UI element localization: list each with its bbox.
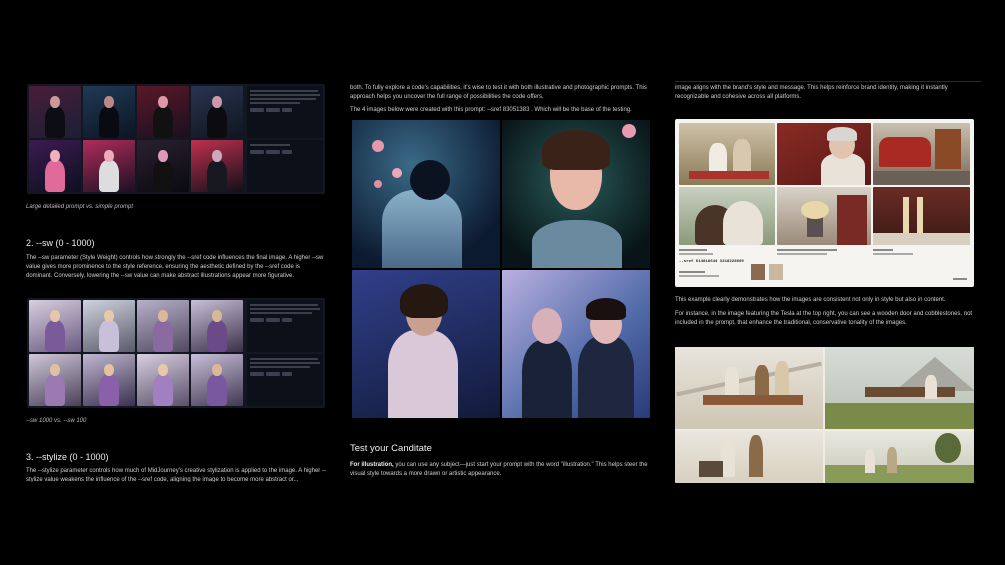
- card-note-line: [873, 253, 913, 255]
- collage-image-tesla-door: [873, 123, 970, 185]
- card-thumbnail: [769, 264, 783, 280]
- card-sref-code: --sref 514818644 3218228609: [679, 260, 744, 264]
- grid-image: [83, 140, 135, 192]
- card-note-line: [679, 249, 707, 251]
- collage-image-older-woman: [777, 123, 871, 185]
- collage-image-flowers: [777, 187, 871, 245]
- grid-image: [29, 86, 81, 138]
- column-left: Large detailed prompt vs. simple prompt …: [22, 0, 326, 565]
- grid-image: [137, 354, 189, 406]
- collage-image-picnic: [679, 123, 775, 185]
- prompt-text-block: [247, 354, 323, 406]
- caption-sw-comparison: --sw 1000 vs. --sw 100: [26, 418, 87, 424]
- column-middle: both. To fully explore a code's capabili…: [350, 0, 650, 565]
- paragraph-stylize: The --stylize parameter controls how muc…: [26, 468, 326, 482]
- heading-stylize: 3. --stylize (0 - 1000): [26, 452, 109, 462]
- heading-sw: 2. --sw (0 - 1000): [26, 238, 95, 248]
- heading-test-candidate: Test your Canditate: [350, 443, 432, 454]
- paragraph-illustration-rest: you can use any subject—just start your …: [350, 462, 648, 477]
- grid-image: [191, 140, 243, 192]
- collage-image-champagne: [873, 187, 970, 245]
- picnic-collage: [675, 347, 974, 483]
- sample-image-two-women: [502, 270, 650, 418]
- collage-image-mountain-picnic: [825, 347, 974, 429]
- card-note-line: [679, 253, 713, 255]
- paragraph-illustration-lead: For illustration,: [350, 462, 394, 468]
- grid-image: [137, 86, 189, 138]
- paragraph-images-note: The 4 images below were created with thi…: [350, 107, 632, 113]
- paragraph-intro: both. To fully explore a code's capabili…: [350, 85, 647, 100]
- grid-image: [29, 354, 81, 406]
- paragraph-brand-intro: image aligns with the brand's style and …: [675, 85, 948, 100]
- card-note-line: [777, 249, 837, 251]
- brand-collage-card: --sref 514818644 3218228609: [675, 119, 974, 287]
- image-grid-detailed-vs-simple: [27, 84, 325, 194]
- sample-image-portrait: [502, 120, 650, 268]
- collage-image-hug: [679, 187, 775, 245]
- grid-image: [83, 86, 135, 138]
- collage-image-outdoor-group: [825, 431, 974, 483]
- grid-image: [83, 300, 135, 352]
- caption-prompt-comparison: Large detailed prompt vs. simple prompt: [26, 204, 134, 210]
- column-right: image aligns with the brand's style and …: [675, 0, 981, 565]
- divider: [675, 81, 981, 82]
- grid-image: [137, 300, 189, 352]
- prompt-text-block: [247, 140, 323, 192]
- card-note-line: [679, 275, 719, 277]
- grid-image: [191, 354, 243, 406]
- grid-image: [29, 300, 81, 352]
- collage-image-standing-group: [675, 431, 823, 483]
- sample-image-seated-woman: [352, 270, 500, 418]
- grid-image: [29, 140, 81, 192]
- grid-image: [191, 86, 243, 138]
- prompt-text-block: [247, 300, 323, 352]
- grid-image: [137, 140, 189, 192]
- sample-image-blossom-back: [352, 120, 500, 268]
- card-note-line: [873, 249, 893, 251]
- paragraph-tesla-example: For instance, in the image featuring the…: [675, 311, 973, 326]
- paragraph-illustration: For illustration, you can use any subjec…: [350, 461, 650, 479]
- paragraph-sw: The --sw parameter (Style Weight) contro…: [26, 255, 324, 279]
- card-page-marker: [953, 278, 967, 280]
- prompt-text-block: [247, 86, 323, 138]
- grid-image: [83, 354, 135, 406]
- card-thumbnail: [751, 264, 765, 280]
- card-note-line: [679, 271, 705, 273]
- paragraph-consistency: This example clearly demonstrates how th…: [675, 297, 946, 303]
- card-note-line: [777, 253, 827, 255]
- grid-image: [191, 300, 243, 352]
- image-grid-sw-comparison: [27, 298, 325, 408]
- collage-image-picnic-table: [675, 347, 823, 429]
